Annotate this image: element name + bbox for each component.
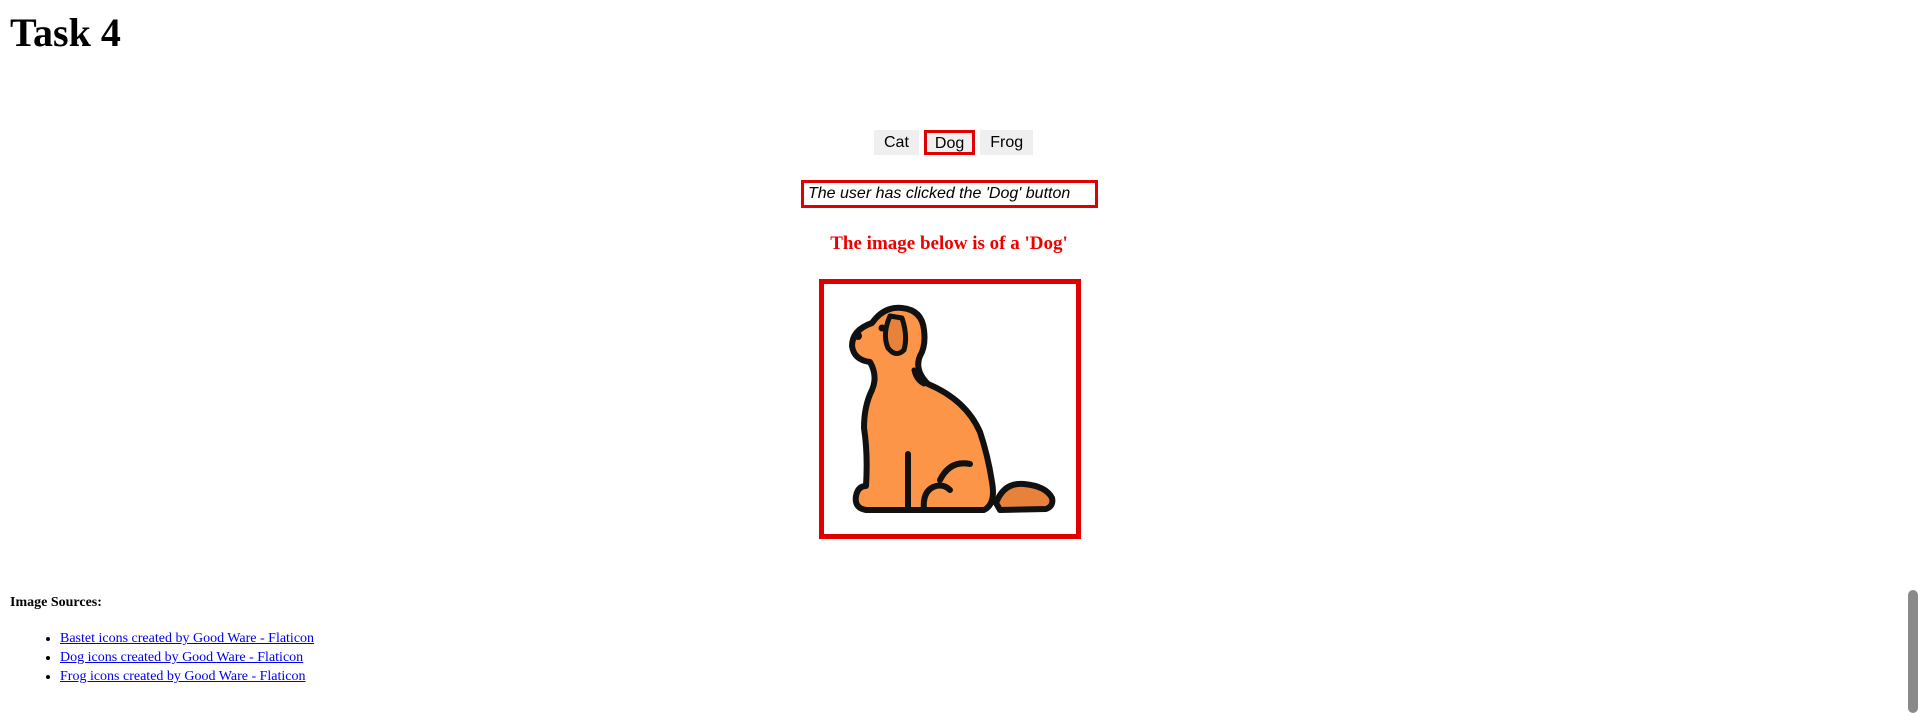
image-sources-list: Bastet icons created by Good Ware - Flat… bbox=[0, 629, 314, 686]
dog-icon bbox=[849, 304, 1056, 513]
click-status-text: The user has clicked the 'Dog' button bbox=[801, 180, 1098, 208]
image-sources-heading: Image Sources: bbox=[10, 595, 102, 610]
cat-button[interactable]: Cat bbox=[874, 130, 919, 155]
bastet-source-link[interactable]: Bastet icons created by Good Ware - Flat… bbox=[60, 631, 314, 646]
list-item: Frog icons created by Good Ware - Flatic… bbox=[60, 667, 314, 686]
vertical-scrollbar[interactable] bbox=[1906, 0, 1920, 713]
frog-source-link[interactable]: Frog icons created by Good Ware - Flatic… bbox=[60, 669, 306, 684]
image-caption: The image below is of a 'Dog' bbox=[830, 233, 1068, 254]
scrollbar-thumb[interactable] bbox=[1908, 590, 1918, 713]
list-item: Bastet icons created by Good Ware - Flat… bbox=[60, 629, 314, 648]
dog-button[interactable]: Dog bbox=[923, 130, 976, 155]
animal-button-row: Cat Dog Frog bbox=[874, 129, 1034, 156]
dog-source-link[interactable]: Dog icons created by Good Ware - Flatico… bbox=[60, 650, 303, 665]
page-title: Task 4 bbox=[10, 10, 121, 55]
frog-button[interactable]: Frog bbox=[980, 130, 1034, 155]
list-item: Dog icons created by Good Ware - Flatico… bbox=[60, 648, 314, 667]
animal-image-frame bbox=[819, 279, 1081, 539]
